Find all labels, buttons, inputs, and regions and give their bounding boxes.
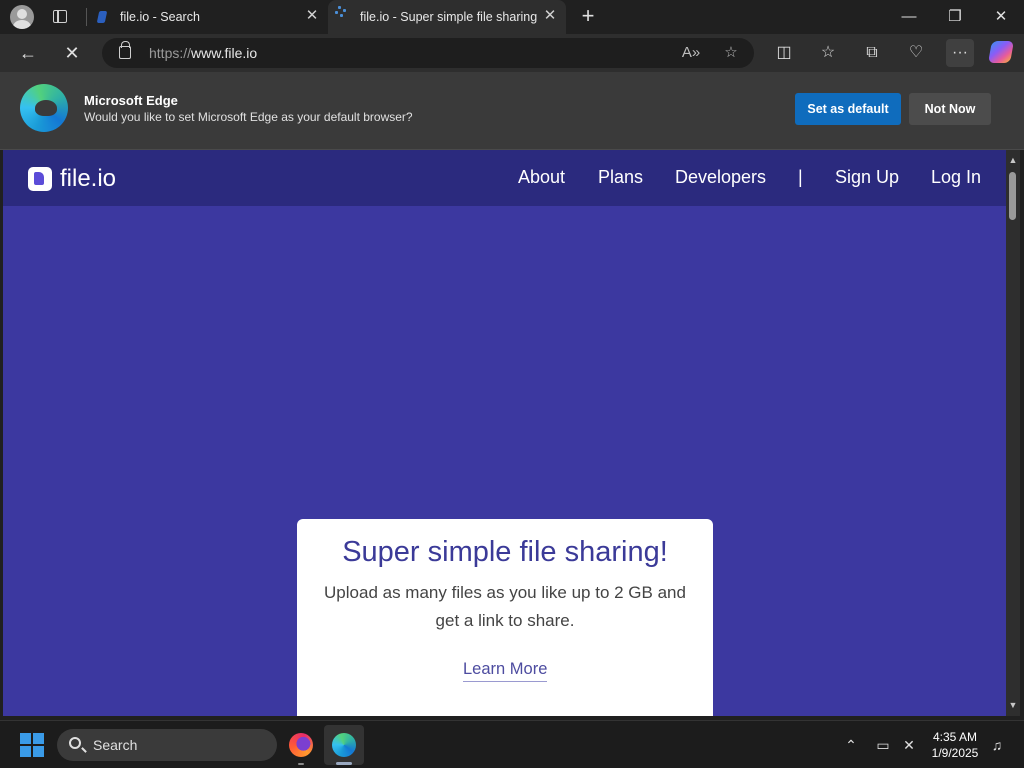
minimize-button[interactable]: — — [886, 0, 932, 34]
learn-more-link[interactable]: Learn More — [463, 660, 548, 682]
search-icon — [69, 737, 81, 749]
volume-muted-icon[interactable]: ✕ — [899, 735, 919, 755]
page-viewport: file.io About Plans Developers | Sign Up… — [3, 150, 1006, 716]
restore-button[interactable]: ❐ — [932, 0, 978, 34]
nav-about[interactable]: About — [518, 167, 565, 188]
hero-title: Super simple file sharing! — [342, 536, 668, 568]
page-scrollbar[interactable]: ▲ ▼ — [1006, 150, 1020, 716]
tab-label: file.io - Super simple file sharing — [360, 10, 538, 24]
profile-avatar[interactable] — [10, 5, 34, 29]
active-indicator — [336, 762, 352, 765]
edge-logo-icon — [20, 84, 68, 132]
edge-icon — [332, 733, 356, 757]
running-indicator — [298, 763, 304, 765]
fileio-logo-icon[interactable] — [28, 167, 52, 191]
banner-message: Would you like to set Microsoft Edge as … — [84, 110, 413, 124]
read-aloud-icon[interactable]: A» — [680, 42, 702, 64]
tab-label: file.io - Search — [120, 10, 200, 24]
stop-loading-button[interactable]: ✕ — [58, 39, 86, 67]
scroll-up-icon[interactable]: ▲ — [1008, 155, 1018, 165]
chevron-up-icon[interactable]: ⌃ — [841, 735, 861, 755]
scroll-down-icon[interactable]: ▼ — [1008, 700, 1018, 710]
tab-close-icon[interactable]: ✕ — [542, 8, 558, 24]
tab-strip: file.io - Search ✕ file.io - Super simpl… — [0, 0, 1024, 34]
taskbar-search[interactable]: Search — [57, 729, 277, 761]
bing-favicon-icon — [96, 11, 108, 23]
taskbar: Search ⌃ ▭ ✕ 4:35 AM 1/9/2025 ♫ — [0, 720, 1024, 768]
hero-card: Super simple file sharing! Upload as man… — [297, 519, 713, 716]
tab-fileio[interactable]: file.io - Super simple file sharing ✕ — [328, 0, 566, 34]
not-now-button[interactable]: Not Now — [909, 93, 991, 125]
browser-essentials-icon[interactable]: ♡ — [902, 39, 930, 67]
url-text[interactable]: https://www.file.io — [149, 45, 257, 61]
favorites-icon[interactable]: ☆ — [814, 39, 842, 67]
site-header: file.io About Plans Developers | Sign Up… — [3, 150, 1006, 206]
copilot-icon[interactable] — [988, 41, 1014, 63]
tab-divider — [86, 8, 87, 26]
clock-date: 1/9/2025 — [931, 746, 979, 760]
tab-close-icon[interactable]: ✕ — [304, 8, 320, 24]
close-window-button[interactable]: ✕ — [978, 0, 1024, 34]
nav-developers[interactable]: Developers — [675, 167, 766, 188]
default-browser-banner: Microsoft Edge Would you like to set Mic… — [0, 72, 1024, 150]
collections-icon[interactable]: ⧉ — [858, 39, 886, 67]
taskbar-search-label: Search — [93, 737, 138, 753]
scrollbar-thumb[interactable] — [1009, 172, 1016, 220]
firefox-icon[interactable] — [289, 733, 313, 757]
taskbar-clock[interactable]: 4:35 AM 1/9/2025 — [920, 729, 990, 761]
navigation-bar: ← ✕ https://www.file.io A» ☆ ◫ ☆ ⧉ ♡ ··· — [0, 34, 1024, 72]
tab-actions-icon[interactable] — [48, 6, 72, 28]
banner-title: Microsoft Edge — [84, 93, 178, 108]
nav-sign-up[interactable]: Sign Up — [835, 167, 899, 188]
windows-start-icon[interactable] — [20, 733, 44, 757]
notifications-bell-icon[interactable]: ♫ — [987, 735, 1007, 755]
nav-plans[interactable]: Plans — [598, 167, 643, 188]
site-name[interactable]: file.io — [60, 165, 116, 193]
clock-time: 4:35 AM — [932, 730, 978, 744]
back-button[interactable]: ← — [14, 39, 42, 67]
edge-taskbar-button[interactable] — [324, 725, 364, 765]
lock-icon[interactable] — [119, 41, 131, 59]
nav-separator: | — [798, 167, 803, 187]
set-as-default-button[interactable]: Set as default — [795, 93, 901, 125]
new-tab-button[interactable]: + — [576, 4, 600, 28]
hero-description: Upload as many files as you like up to 2… — [324, 583, 686, 630]
nav-log-in[interactable]: Log In — [931, 167, 981, 188]
loading-favicon-icon — [334, 6, 346, 18]
network-icon[interactable]: ▭ — [873, 735, 893, 755]
settings-more-button[interactable]: ··· — [946, 39, 974, 67]
tab-search[interactable]: file.io - Search ✕ — [88, 0, 328, 34]
add-favorite-icon[interactable]: ☆ — [720, 42, 742, 64]
address-bar[interactable]: https://www.file.io A» ☆ — [102, 38, 754, 68]
split-screen-icon[interactable]: ◫ — [770, 39, 798, 67]
